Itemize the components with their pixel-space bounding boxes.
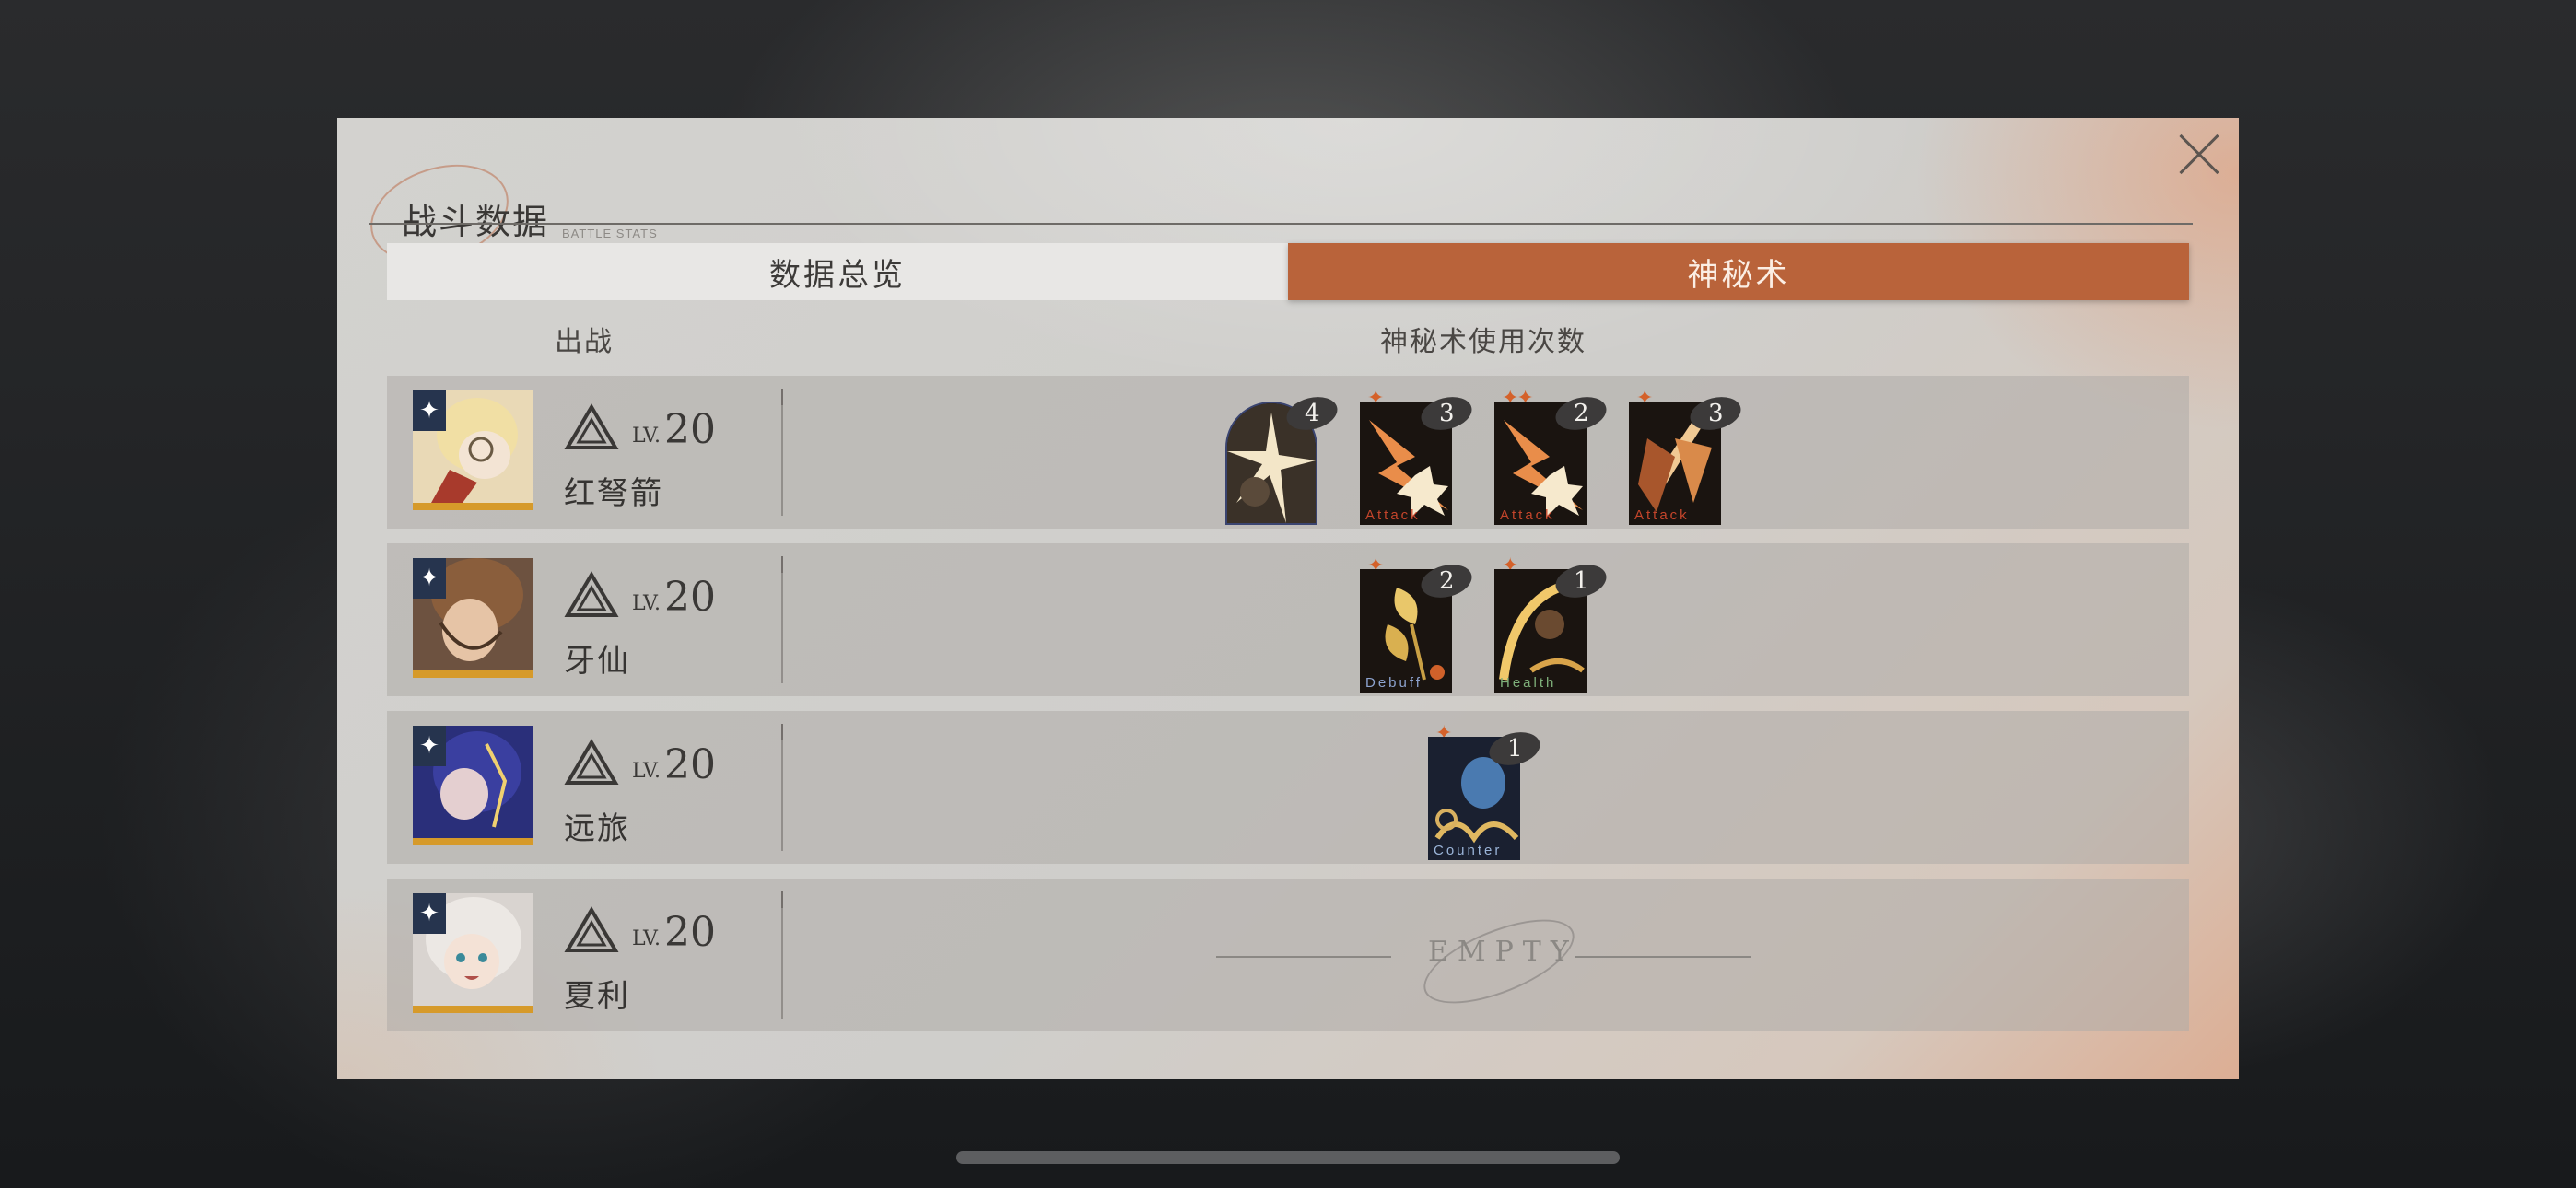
level-value: 20 xyxy=(664,741,717,788)
card-type-label: Health xyxy=(1500,675,1557,691)
afflatus-star-icon: ✦ xyxy=(413,558,446,599)
level-value: 20 xyxy=(664,909,717,956)
arcanum-card[interactable]: ✦ Health 1 xyxy=(1494,554,1610,693)
character-name: 红弩箭 xyxy=(564,475,663,512)
character-row: ✦ LV. 20 红弩箭 4 ✦ Attack 3 ✦✦ Attack 2 ✦ … xyxy=(387,376,2189,529)
avatar[interactable]: ✦ xyxy=(413,726,533,845)
empty-line-left xyxy=(1216,956,1391,958)
title-divider xyxy=(369,223,2193,225)
empty-placeholder: EMPTY xyxy=(1216,902,1751,1021)
arcanum-card[interactable]: ✦ Counter 1 xyxy=(1428,722,1544,860)
tab-arcanum[interactable]: 神秘术 xyxy=(1288,243,2189,300)
tab-bar: 数据总览 神秘术 xyxy=(387,243,2189,300)
battle-stats-modal: 战斗数据 BATTLE STATS 数据总览 神秘术 出战 神秘术使用次数 ✦ xyxy=(337,118,2239,1079)
character-row: ✦ LV. 20 夏利 EMPTY xyxy=(387,879,2189,1031)
row-divider xyxy=(781,389,783,516)
level-value: 20 xyxy=(664,574,717,621)
afflatus-star-icon: ✦ xyxy=(413,893,446,934)
level-value: 20 xyxy=(664,406,717,453)
card-type-label: Attack xyxy=(1634,507,1690,523)
level-display: LV. 20 xyxy=(564,906,716,954)
card-type-label: Attack xyxy=(1500,507,1555,523)
avatar[interactable]: ✦ xyxy=(413,390,533,510)
page-title: 战斗数据 xyxy=(402,202,550,242)
character-name: 牙仙 xyxy=(564,643,630,680)
character-list: ✦ LV. 20 红弩箭 4 ✦ Attack 3 ✦✦ Attack 2 ✦ … xyxy=(387,376,2189,1046)
level-prefix: LV. xyxy=(632,592,662,615)
insight-icon xyxy=(564,906,619,952)
column-header-deploy: 出战 xyxy=(555,326,614,358)
row-divider xyxy=(781,891,783,1019)
arcanum-card[interactable]: ✦ Attack 3 xyxy=(1360,387,1476,525)
avatar[interactable]: ✦ xyxy=(413,558,533,678)
arcanum-card[interactable]: ✦✦ Attack 2 xyxy=(1494,387,1610,525)
arcanum-card[interactable]: ✦ Attack 3 xyxy=(1629,387,1745,525)
character-row: ✦ LV. 20 远旅 ✦ Counter 1 xyxy=(387,711,2189,864)
afflatus-star-icon: ✦ xyxy=(413,390,446,431)
column-header-usage: 神秘术使用次数 xyxy=(1380,326,1587,358)
card-type-label: Debuff xyxy=(1365,675,1423,691)
close-icon[interactable] xyxy=(2169,125,2228,184)
afflatus-star-icon: ✦ xyxy=(413,726,446,766)
level-display: LV. 20 xyxy=(564,403,716,451)
title-block: 战斗数据 BATTLE STATS xyxy=(357,147,700,280)
arcanum-card[interactable]: ✦ Debuff 2 xyxy=(1360,554,1476,693)
level-display: LV. 20 xyxy=(564,571,716,619)
character-row: ✦ LV. 20 牙仙 ✦ Debuff 2 ✦ Health 1 xyxy=(387,543,2189,696)
home-indicator[interactable] xyxy=(956,1151,1620,1164)
level-prefix: LV. xyxy=(632,425,662,448)
row-divider xyxy=(781,724,783,851)
avatar[interactable]: ✦ xyxy=(413,893,533,1013)
level-prefix: LV. xyxy=(632,927,662,950)
insight-icon xyxy=(564,571,619,617)
insight-icon xyxy=(564,403,619,449)
card-type-label: Counter xyxy=(1434,843,1503,858)
insight-icon xyxy=(564,739,619,785)
character-name: 夏利 xyxy=(564,978,630,1015)
arcanum-card[interactable]: 4 xyxy=(1225,387,1341,525)
card-type-label: Attack xyxy=(1365,507,1421,523)
page-subtitle: BATTLE STATS xyxy=(562,227,658,240)
level-prefix: LV. xyxy=(632,760,662,783)
empty-label: EMPTY xyxy=(1428,936,1578,968)
tab-overview[interactable]: 数据总览 xyxy=(387,243,1288,300)
character-name: 远旅 xyxy=(564,810,630,847)
empty-line-right xyxy=(1575,956,1751,958)
row-divider xyxy=(781,556,783,683)
level-display: LV. 20 xyxy=(564,739,716,786)
